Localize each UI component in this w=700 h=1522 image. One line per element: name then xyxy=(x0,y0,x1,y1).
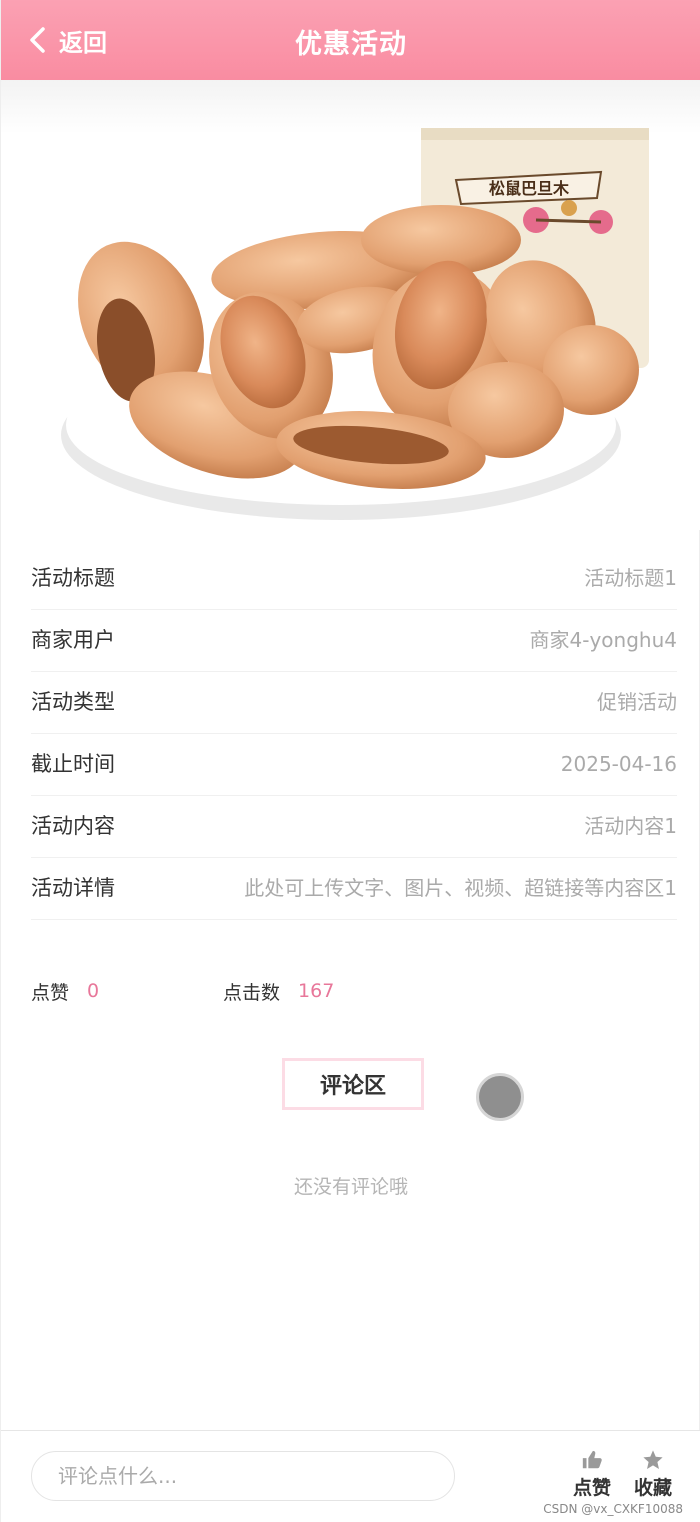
favorite-button-label: 收藏 xyxy=(634,1477,673,1499)
empty-comments-text: 还没有评论哦 xyxy=(293,1176,408,1198)
info-value: 2025-04-16 xyxy=(560,752,677,776)
top-nav-bar: 返回 优惠活动 xyxy=(1,0,700,80)
info-label: 活动内容 xyxy=(31,814,115,838)
comment-section-title: 评论区 xyxy=(282,1058,424,1110)
activity-info-list: 活动标题 活动标题1 商家用户 商家4-yonghu4 活动类型 促销活动 截止… xyxy=(31,548,677,920)
info-label: 活动详情 xyxy=(31,876,115,900)
click-stat: 点击数 167 xyxy=(223,978,334,1005)
almond-plate-illustration: 松鼠巴旦木 xyxy=(61,128,649,520)
info-row-type: 活动类型 促销活动 xyxy=(31,672,677,734)
info-value: 此处可上传文字、图片、视频、超链接等内容区1 xyxy=(244,876,677,900)
product-image: 松鼠巴旦木 xyxy=(1,80,700,530)
info-row-deadline: 截止时间 2025-04-16 xyxy=(31,734,677,796)
info-label: 活动标题 xyxy=(31,566,115,590)
page-title: 优惠活动 xyxy=(295,29,407,60)
click-count: 167 xyxy=(298,980,335,1002)
info-value: 促销活动 xyxy=(597,690,677,714)
like-button-label: 点赞 xyxy=(573,1477,612,1499)
like-stat-label: 点赞 xyxy=(31,981,70,1004)
watermark: CSDN @vx_CXKF10088 xyxy=(543,1502,683,1516)
info-row-details: 活动详情 此处可上传文字、图片、视频、超链接等内容区1 xyxy=(31,858,677,920)
like-button[interactable]: 点赞 xyxy=(573,1449,611,1500)
info-row-title: 活动标题 活动标题1 xyxy=(31,548,677,610)
page: 返回 优惠活动 松鼠巴旦木 活动标题 活动标题1 商家用户 商家4-yonghu… xyxy=(0,0,700,1522)
click-stat-label: 点击数 xyxy=(223,981,281,1004)
info-value: 活动标题1 xyxy=(584,566,677,590)
comment-input[interactable] xyxy=(31,1451,455,1501)
star-icon xyxy=(643,1450,663,1469)
thumbs-up-icon xyxy=(582,1450,602,1469)
favorite-button[interactable]: 收藏 xyxy=(634,1449,672,1500)
bottom-action-bar: 点赞 收藏 CSDN @vx_CXKF10088 xyxy=(1,1430,700,1522)
info-label: 截止时间 xyxy=(31,752,115,776)
package-brand-text: 松鼠巴旦木 xyxy=(489,179,570,198)
like-count: 0 xyxy=(87,980,100,1002)
info-row-content: 活动内容 活动内容1 xyxy=(31,796,677,858)
info-label: 活动类型 xyxy=(31,690,115,714)
info-row-merchant: 商家用户 商家4-yonghu4 xyxy=(31,610,677,672)
info-value: 商家4-yonghu4 xyxy=(529,628,677,652)
info-value: 活动内容1 xyxy=(584,814,677,838)
like-stat: 点赞 0 xyxy=(31,978,223,1005)
floating-action-dot[interactable] xyxy=(476,1073,524,1121)
stats-bar: 点赞 0 点击数 167 xyxy=(31,975,677,1007)
info-label: 商家用户 xyxy=(31,628,115,652)
